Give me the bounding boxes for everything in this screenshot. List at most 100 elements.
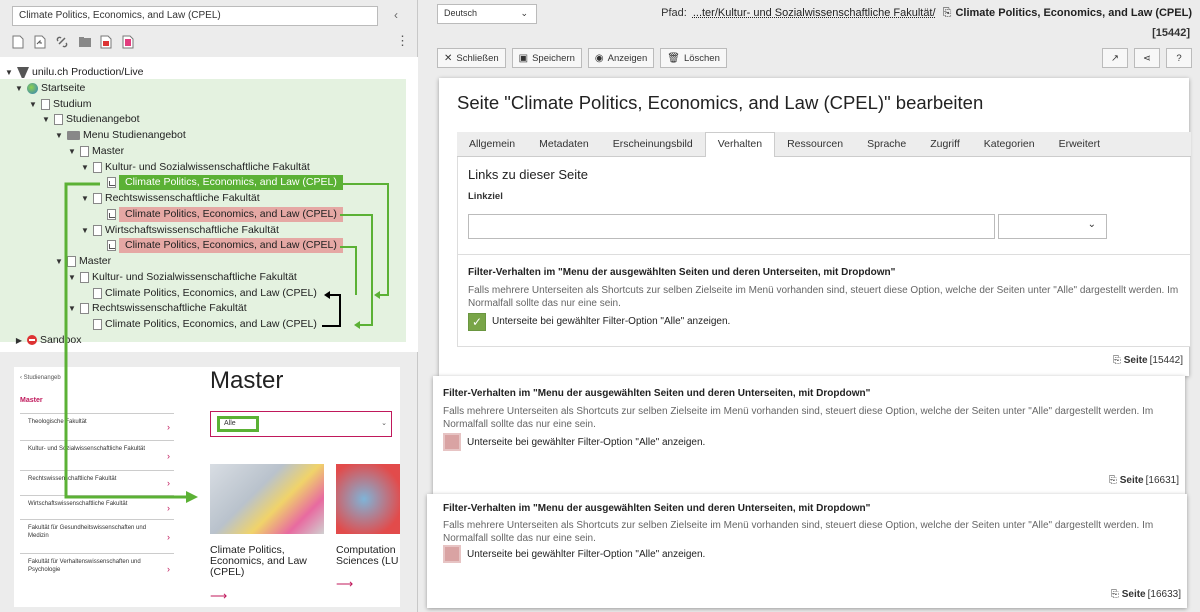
collapse-icon[interactable]: ▼	[80, 223, 90, 238]
save-button[interactable]: ▣ Speichern	[511, 48, 582, 68]
tab-ressourcen[interactable]: Ressourcen	[775, 132, 855, 156]
tree-node[interactable]: ▼ Studienangebot	[41, 112, 140, 127]
arrow-right-icon[interactable]: ⟶	[210, 589, 227, 603]
preview-menu-item-label: Fakultät für Gesundheitswissenschaften u…	[28, 525, 147, 539]
view-button[interactable]: ◉ Anzeigen	[587, 48, 655, 68]
collapse-icon[interactable]: ▼	[54, 128, 64, 143]
open-new-window-button[interactable]: ↗	[1102, 48, 1128, 68]
red-page-icon[interactable]	[100, 35, 113, 49]
collapse-icon[interactable]: ▼	[80, 160, 90, 175]
tab-verhalten[interactable]: Verhalten	[704, 132, 776, 158]
preview-menu-title: Master	[20, 397, 43, 404]
collapse-icon[interactable]: ▼	[80, 191, 90, 206]
tab-allgemein[interactable]: Allgemein	[457, 132, 527, 156]
tree-node[interactable]: Climate Politics, Economics, and Law (CP…	[94, 175, 343, 191]
new-page-icon[interactable]	[12, 35, 25, 49]
collapse-icon[interactable]: ▼	[54, 254, 64, 269]
tree-node[interactable]: Climate Politics, Economics, and Law (CP…	[94, 238, 343, 254]
sandbox-icon	[27, 335, 37, 346]
language-select[interactable]: Deutsch ⌄	[437, 4, 537, 24]
linkziel-select[interactable]: ⌄	[998, 214, 1107, 239]
filter-title: Filter-Verhalten im "Menu der ausgewählt…	[443, 503, 871, 514]
tab-metadaten[interactable]: Metadaten	[527, 132, 601, 156]
delete-button[interactable]: 🗑 Löschen	[660, 48, 727, 68]
tree-node[interactable]: Climate Politics, Economics, and Law (CP…	[80, 317, 317, 332]
tab-sprache[interactable]: Sprache	[855, 132, 918, 156]
tree-node-label: Climate Politics, Economics, and Law (CP…	[119, 206, 343, 222]
tree-node[interactable]: ▼ Menu Studienangebot	[54, 128, 186, 143]
path-link[interactable]: ...ter/Kultur- und Sozialwissenschaftlic…	[693, 7, 936, 19]
filter-description: Falls mehrere Unterseiten als Shortcuts …	[443, 406, 1154, 430]
tree-node[interactable]: ▼ Rechtswissenschaftliche Fakultät	[67, 301, 247, 316]
preview-menu-item[interactable]: Fakultät für Verhaltenswissenschaften un…	[20, 553, 174, 583]
tab-erweitert[interactable]: Erweitert	[1047, 132, 1112, 156]
tab-erscheinungsbild[interactable]: Erscheinungsbild	[601, 132, 705, 156]
preview-menu-item-label: Kultur- und Sozialwissenschaftliche Faku…	[28, 446, 146, 452]
filter-description: Falls mehrere Unterseiten als Shortcuts …	[468, 285, 1179, 309]
folder-icon	[67, 131, 80, 140]
link-icon[interactable]	[56, 35, 69, 49]
preview-card-image[interactable]	[336, 464, 400, 534]
collapse-icon[interactable]: ▼	[41, 112, 51, 127]
preview-card-title[interactable]: Computation Sciences (LU	[336, 545, 400, 567]
tab-zugriff[interactable]: Zugriff	[918, 132, 972, 156]
filter-checkbox[interactable]	[443, 545, 461, 563]
edit-panel-main: Seite "Climate Politics, Economics, and …	[439, 78, 1191, 376]
chevron-down-icon: ⌄	[520, 8, 528, 18]
page-icon	[93, 161, 102, 173]
red-doc-icon[interactable]	[122, 35, 135, 49]
tree-node[interactable]: Climate Politics, Economics, and Law (CP…	[80, 286, 317, 301]
page-tree: ▼ unilu.ch Production/Live ▼ Startseite ▼ Stu…	[0, 57, 418, 352]
collapse-icon[interactable]: ▼	[28, 97, 38, 112]
preview-card-title[interactable]: Climate Politics, Economics, and Law (CP…	[210, 545, 322, 578]
preview-menu-item-label: Wirtschaftswissenschaftliche Fakultät	[28, 501, 128, 507]
tree-toolbar: ⋮	[12, 33, 409, 51]
tree-node[interactable]: Climate Politics, Economics, and Law (CP…	[94, 206, 343, 222]
share-button[interactable]: ⋖	[1134, 48, 1160, 68]
linkziel-input[interactable]	[468, 214, 995, 239]
tree-node[interactable]: ▼ Kultur- und Sozialwissenschaftliche Fak…	[67, 270, 297, 285]
preview-filter-select[interactable]: Alle ⌄	[210, 411, 392, 437]
folder-icon[interactable]	[78, 35, 91, 49]
tree-node[interactable]: ▼ Kultur- und Sozialwissenschaftliche Fak…	[80, 160, 310, 175]
close-button[interactable]: ✕ Schließen	[437, 48, 506, 68]
preview-menu-item[interactable]: Kultur- und Sozialwissenschaftliche Faku…	[20, 440, 174, 470]
panel-footer: ⎘ Seite [15442]	[1112, 355, 1183, 366]
tree-node[interactable]: ▼ Startseite	[14, 81, 85, 96]
tree-node[interactable]: ▼ unilu.ch Production/Live	[4, 65, 144, 80]
filter-checkbox-label: Unterseite bei gewählter Filter-Option "…	[467, 549, 706, 560]
preview-menu-item[interactable]: Rechtswissenschaftliche Fakultät ›	[20, 470, 174, 495]
tree-search-input[interactable]: Climate Politics, Economics, and Law (CP…	[12, 6, 378, 26]
filter-checkbox-label: Unterseite bei gewählter Filter-Option "…	[492, 316, 731, 327]
tree-node[interactable]: ▼ Rechtswissenschaftliche Fakultät	[80, 191, 260, 206]
preview-menu-item[interactable]: Fakultät für Gesundheitswissenschaften u…	[20, 519, 174, 553]
tree-node[interactable]: ▼ Wirtschaftswissenschaftliche Fakultät	[80, 223, 279, 238]
tree-node[interactable]: ▼ Studium	[28, 97, 92, 112]
more-options-icon[interactable]: ⋮	[396, 33, 409, 49]
tree-node[interactable]: ▶ Sandbox	[14, 333, 82, 348]
tab-kategorien[interactable]: Kategorien	[972, 132, 1047, 156]
links-heading: Links zu dieser Seite	[468, 167, 588, 182]
filter-checkbox[interactable]	[443, 433, 461, 451]
new-shortcut-icon[interactable]	[34, 35, 47, 49]
tree-node[interactable]: ▼ Master	[67, 144, 124, 159]
shortcut-icon: ⎘	[1108, 475, 1117, 486]
collapse-icon[interactable]: ▼	[67, 270, 77, 285]
tab-bar: Allgemein Metadaten Erscheinungsbild Verhal…	[457, 132, 1191, 158]
preview-card-image[interactable]	[210, 464, 324, 534]
preview-menu-item[interactable]: Wirtschaftswissenschaftliche Fakultät ›	[20, 495, 174, 519]
arrow-right-icon[interactable]: ⟶	[336, 577, 353, 591]
collapse-tree-icon[interactable]: ‹	[394, 8, 398, 22]
filter-checkbox[interactable]: ✓	[468, 313, 486, 331]
collapse-icon[interactable]: ▼	[67, 301, 77, 316]
chevron-right-icon: ›	[167, 531, 170, 542]
collapse-icon[interactable]: ▼	[67, 144, 77, 159]
tree-node[interactable]: ▼ Master	[54, 254, 111, 269]
page-id: [15442]	[1152, 27, 1190, 39]
collapse-icon[interactable]: ▼	[14, 81, 24, 96]
preview-menu-item[interactable]: Theologische Fakultät ›	[20, 413, 174, 440]
chevron-right-icon: ›	[167, 563, 170, 574]
help-button[interactable]: ?	[1166, 48, 1192, 68]
collapse-icon[interactable]: ▼	[4, 65, 14, 80]
expand-icon[interactable]: ▶	[14, 333, 24, 348]
